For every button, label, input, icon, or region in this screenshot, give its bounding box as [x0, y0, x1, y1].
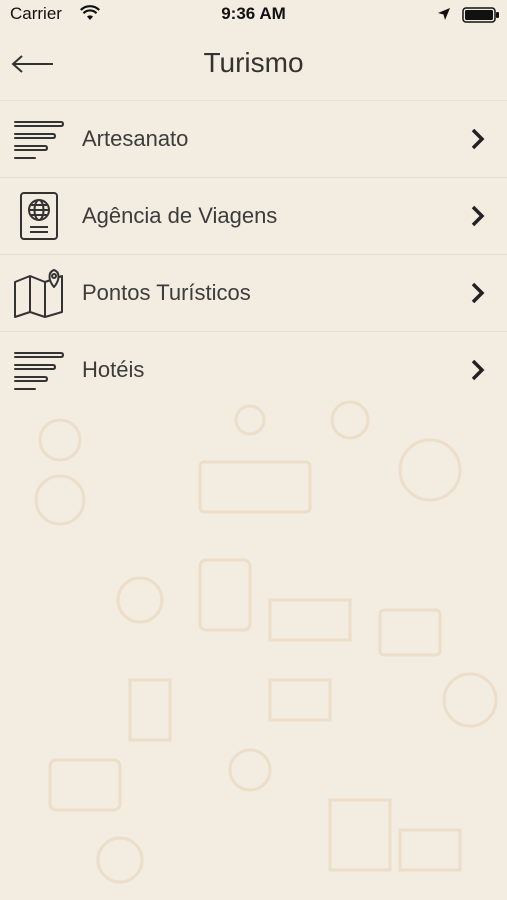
menu-item-label: Artesanato [82, 126, 189, 151]
page-title: Turismo [203, 47, 304, 78]
status-bar: Carrier 9:36 AM [0, 0, 507, 30]
chevron-right-icon [471, 359, 485, 381]
chevron-right-icon [471, 282, 485, 304]
menu-item-hoteis[interactable]: Hotéis [0, 331, 507, 408]
menu-item-agencia-de-viagens[interactable]: Agência de Viagens [0, 177, 507, 254]
lines-icon [12, 345, 66, 395]
battery-icon [462, 7, 500, 28]
menu-item-label: Agência de Viagens [82, 203, 278, 228]
menu-list: Artesanato Agência de Viagens Pontos Tur… [0, 100, 507, 408]
map-pin-icon [12, 268, 66, 318]
menu-item-label: Hotéis [82, 357, 145, 382]
lines-icon [12, 114, 66, 164]
menu-item-label: Pontos Turísticos [82, 280, 251, 305]
menu-item-pontos-turisticos[interactable]: Pontos Turísticos [0, 254, 507, 331]
chevron-right-icon [471, 128, 485, 150]
clock: 9:36 AM [221, 4, 286, 23]
navigation-bar: Turismo [0, 30, 507, 100]
menu-item-artesanato[interactable]: Artesanato [0, 100, 507, 177]
location-arrow-icon [437, 6, 451, 26]
chevron-right-icon [471, 205, 485, 227]
passport-icon [12, 191, 66, 241]
